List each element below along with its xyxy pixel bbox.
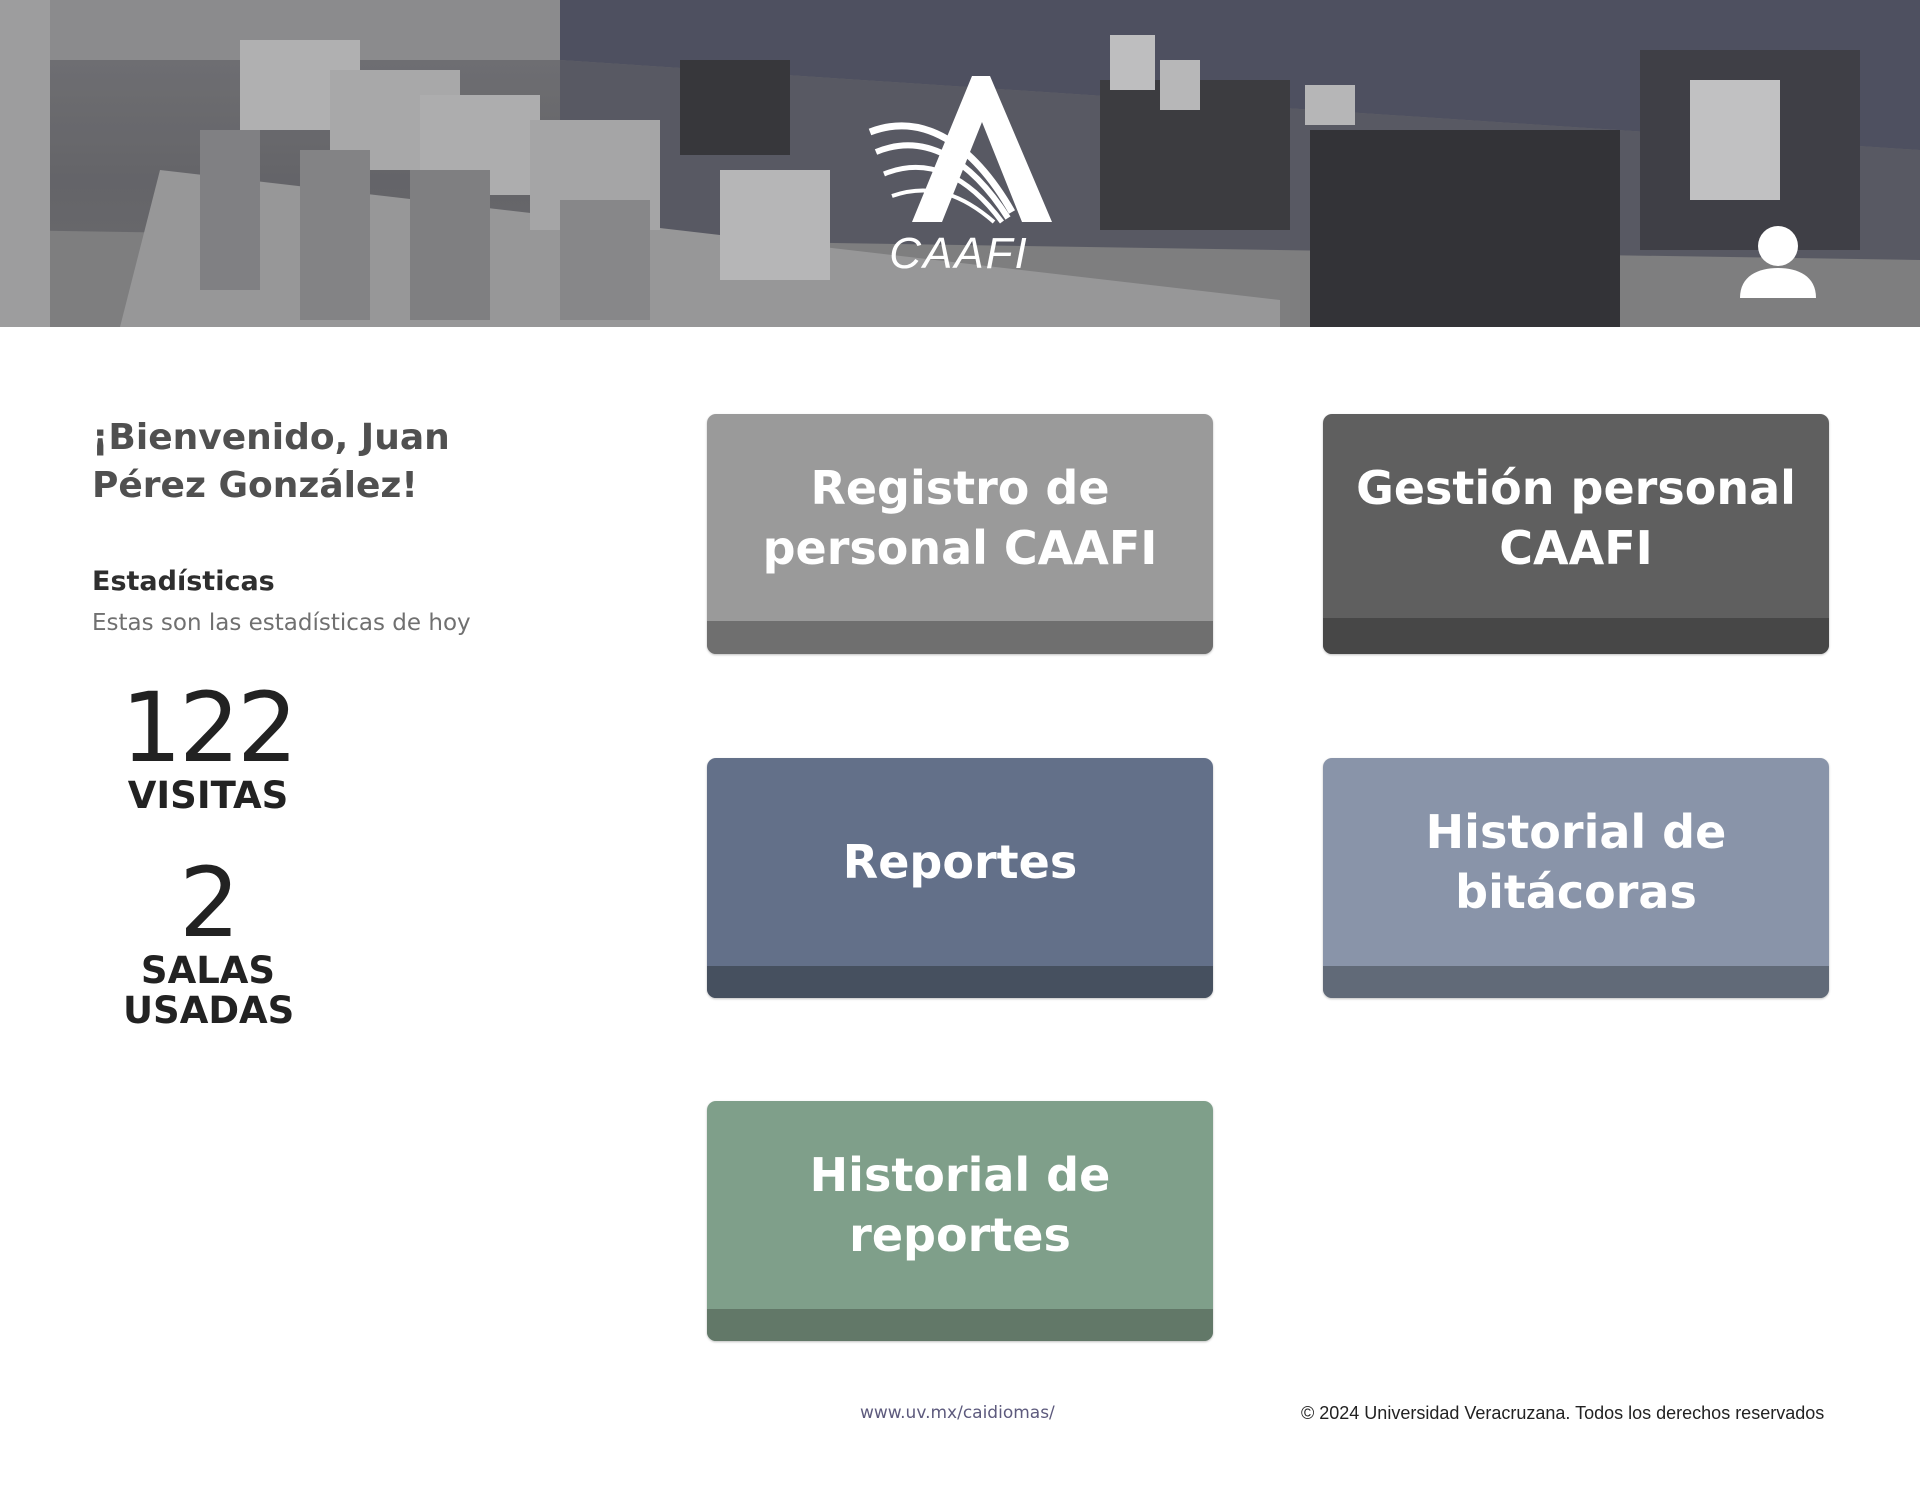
user-account-button[interactable] — [1738, 222, 1818, 302]
tile-historial-bitacoras-label: Historial de bitácoras — [1425, 805, 1727, 919]
tile-gestion-personal[interactable]: Gestión personal CAAFI — [1323, 414, 1829, 654]
tile-historial-reportes[interactable]: Historial de reportes — [707, 1101, 1213, 1341]
user-account-icon — [1740, 226, 1816, 298]
footer-website-link[interactable]: www.uv.mx/caidiomas/ — [860, 1403, 1055, 1423]
tile-reportes-label: Reportes — [842, 835, 1078, 889]
caafi-logo-mark — [868, 76, 1052, 224]
stat-rooms: 2 SALAS USADAS — [108, 855, 308, 1031]
tile-bar — [1323, 966, 1829, 998]
stats-subtitle: Estas son las estadísticas de hoy — [92, 610, 471, 636]
tile-bar — [707, 1309, 1213, 1341]
tile-reportes[interactable]: Reportes — [707, 758, 1213, 998]
stats-title: Estadísticas — [92, 566, 275, 597]
tile-bar — [1323, 618, 1829, 654]
caafi-logo-text: CAAFI — [889, 229, 1029, 278]
stat-rooms-value: 2 — [178, 847, 240, 959]
tile-historial-reportes-label: Historial de reportes — [809, 1148, 1111, 1262]
stat-rooms-label: SALAS USADAS — [123, 949, 295, 1032]
stat-visits: 122 VISITAS — [108, 680, 308, 816]
footer-copyright: © 2024 Universidad Veracruzana. Todos lo… — [1301, 1403, 1825, 1423]
tile-bar — [707, 621, 1213, 654]
caafi-logo: CAAFI — [862, 72, 1056, 278]
tile-historial-bitacoras[interactable]: Historial de bitácoras — [1323, 758, 1829, 998]
tile-gestion-personal-label: Gestión personal CAAFI — [1356, 461, 1796, 575]
stat-visits-label: VISITAS — [127, 774, 289, 817]
stat-visits-value: 122 — [120, 672, 298, 784]
header-banner: CAAFI — [0, 0, 1920, 327]
tile-bar — [707, 966, 1213, 998]
welcome-message: ¡Bienvenido, Juan Pérez González! — [92, 417, 450, 506]
tile-registro-personal[interactable]: Registro de personal CAAFI — [707, 414, 1213, 654]
tile-registro-personal-label: Registro de personal CAAFI — [762, 461, 1158, 575]
